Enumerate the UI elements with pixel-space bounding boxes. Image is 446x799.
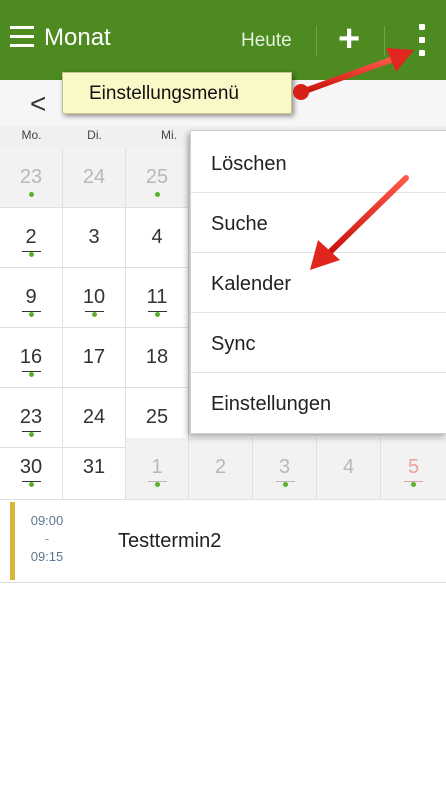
weekday-label: Mi. — [161, 128, 177, 142]
event-time-separator: - — [44, 531, 50, 546]
day-cell[interactable]: 4 — [317, 438, 381, 500]
chevron-left-icon[interactable]: < — [30, 88, 46, 120]
menu-item-search[interactable]: Suche — [191, 193, 446, 253]
day-cell[interactable]: 17 — [63, 328, 126, 388]
menu-item-sync[interactable]: Sync — [191, 313, 446, 373]
kebab-menu-icon[interactable] — [414, 22, 430, 58]
day-cell[interactable]: 11 — [126, 268, 189, 328]
day-cell[interactable]: 30 — [0, 438, 63, 500]
plus-icon[interactable]: + — [338, 20, 360, 58]
day-cell[interactable]: 23 — [0, 148, 63, 208]
day-cell[interactable]: 10 — [63, 268, 126, 328]
divider — [316, 26, 317, 56]
day-cell[interactable]: 3 — [253, 438, 317, 500]
weekday-label: Mo. — [21, 128, 42, 142]
event-color-bar — [10, 502, 15, 580]
day-cell[interactable]: 25 — [126, 148, 189, 208]
day-cell[interactable]: 3 — [63, 208, 126, 268]
day-cell[interactable]: 31 — [63, 438, 126, 500]
day-cell[interactable]: 1 — [126, 438, 189, 500]
today-button[interactable]: Heute — [241, 30, 292, 52]
event-title[interactable]: Testtermin2 — [118, 530, 221, 553]
divider — [384, 26, 385, 56]
overflow-menu: Löschen Suche Kalender Sync Einstellunge… — [190, 130, 446, 434]
day-cell[interactable]: 24 — [63, 148, 126, 208]
menu-item-delete[interactable]: Löschen — [191, 133, 446, 193]
day-cell[interactable]: 5 — [381, 438, 446, 500]
menu-item-settings[interactable]: Einstellungen — [191, 373, 446, 433]
day-cell[interactable]: 9 — [0, 268, 63, 328]
day-cell[interactable]: 16 — [0, 328, 63, 388]
event-time: 09:00 - 09:15 — [27, 512, 67, 566]
day-cell[interactable]: 18 — [126, 328, 189, 388]
menu-item-calendar[interactable]: Kalender — [191, 253, 446, 313]
settings-menu-tooltip: Einstellungsmenü — [62, 72, 292, 114]
event-end-time: 09:15 — [30, 549, 64, 564]
view-title[interactable]: Monat — [44, 24, 111, 52]
hamburger-menu-icon[interactable] — [10, 26, 34, 48]
day-cell[interactable]: 2 — [189, 438, 253, 500]
event-start-time: 09:00 — [30, 513, 64, 528]
weekday-label: Di. — [87, 128, 102, 142]
day-cell[interactable]: 2 — [0, 208, 63, 268]
day-cell[interactable]: 4 — [126, 208, 189, 268]
